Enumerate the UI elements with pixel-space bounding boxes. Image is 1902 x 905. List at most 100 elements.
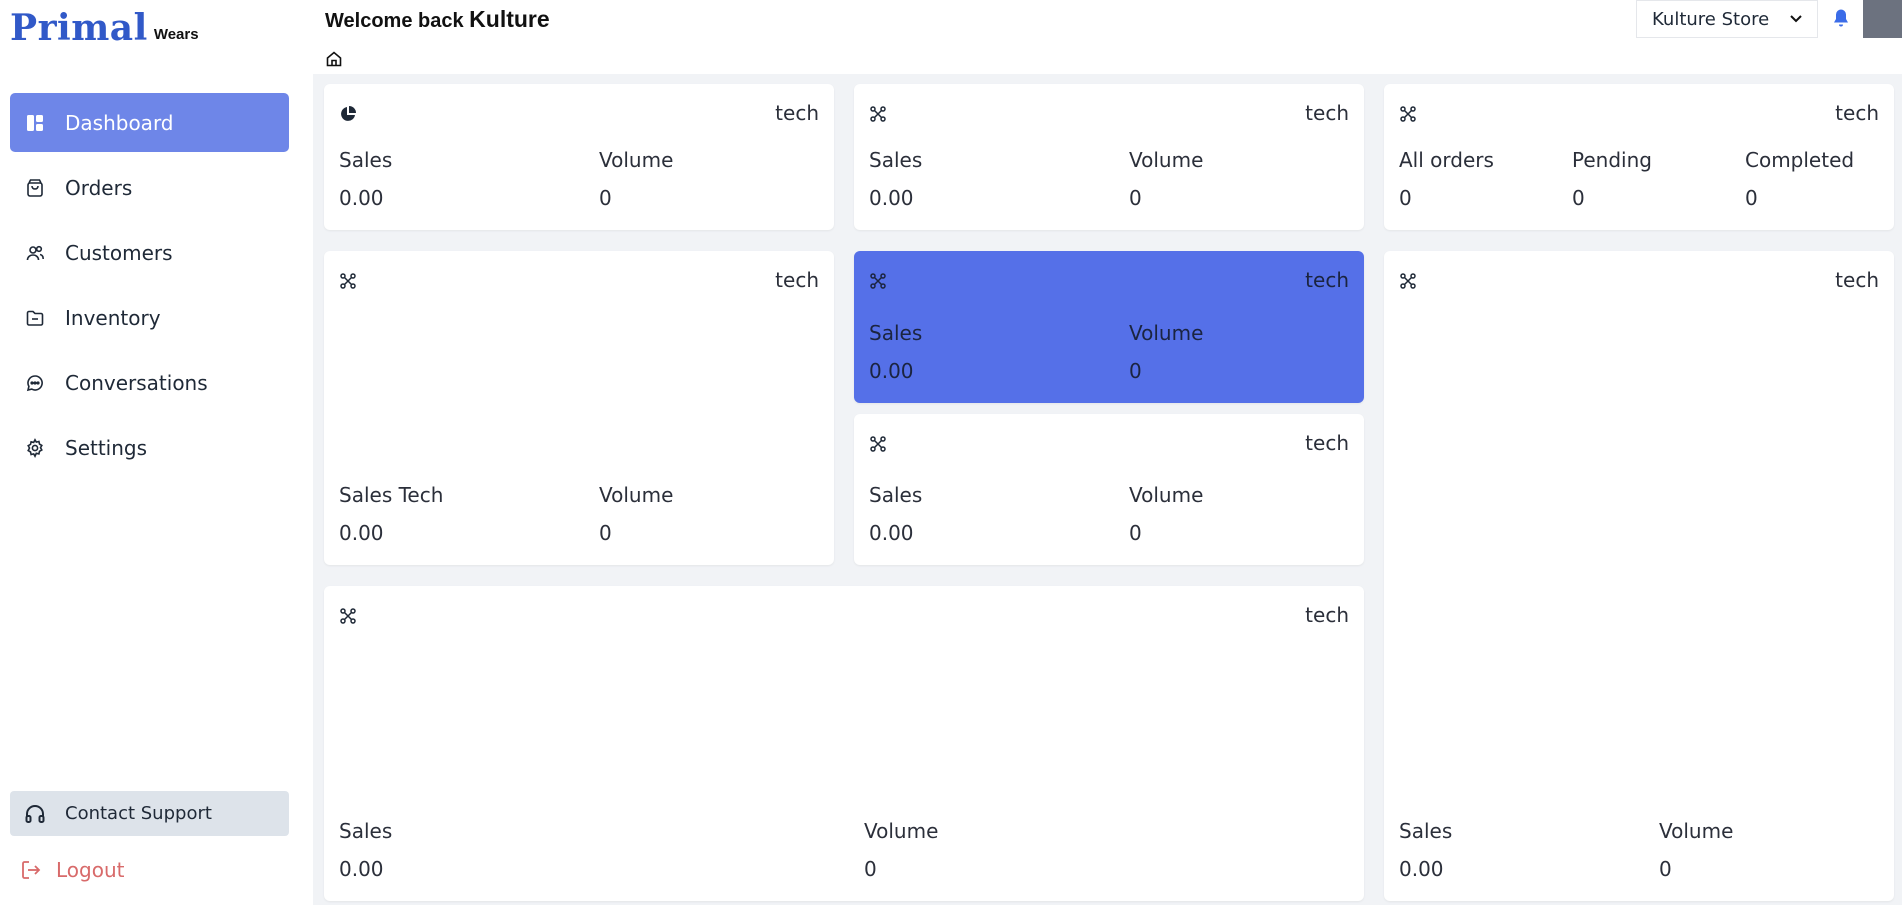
metric-sales: Sales 0.00 (339, 148, 392, 210)
metric-label: Sales (869, 148, 923, 172)
sidebar-item-customers[interactable]: Customers (10, 223, 289, 282)
gear-icon (24, 437, 46, 459)
metric-label: Sales (1399, 819, 1453, 843)
stat-card-sales-tall[interactable]: tech Sales 0.00 Volume 0 (1384, 251, 1894, 901)
metric-label: Pending (1572, 148, 1652, 172)
command-icon (340, 608, 356, 624)
brand-logo[interactable]: Primal Wears (10, 6, 199, 50)
sidebar: Primal Wears Dashboard Orders Customers (0, 0, 313, 905)
sidebar-item-inventory[interactable]: Inventory (10, 288, 289, 347)
metric-label: Sales (339, 148, 393, 172)
metric-volume: Volume 0 (1129, 321, 1203, 383)
command-icon (1400, 273, 1416, 289)
logout-icon (20, 859, 42, 881)
metric-value: 0.00 (339, 857, 384, 881)
metric-volume: Volume 0 (864, 819, 938, 881)
pie-chart-icon (341, 106, 356, 121)
contact-support-label: Contact Support (65, 803, 212, 824)
metric-sales: Sales 0.00 (1399, 819, 1452, 881)
metric-label: Sales (339, 819, 393, 843)
sidebar-item-conversations[interactable]: Conversations (10, 353, 289, 412)
logout-label: Logout (56, 858, 125, 882)
metric-value: 0 (599, 186, 612, 210)
metric-sales: Sales 0.00 (869, 321, 922, 383)
store-select-value: Kulture Store (1652, 8, 1770, 30)
dashboard-icon (24, 112, 46, 134)
metric-label: Volume (1129, 483, 1204, 507)
metric-all-orders: All orders 0 (1399, 148, 1494, 210)
card-tag: tech (1835, 101, 1879, 125)
home-icon[interactable] (325, 50, 343, 68)
stat-card-sales-highlight[interactable]: tech Sales 0.00 Volume 0 (854, 251, 1364, 403)
metric-value: 0 (1659, 857, 1672, 881)
metric-completed: Completed 0 (1745, 148, 1854, 210)
logout-button[interactable]: Logout (10, 858, 124, 882)
metric-label: All orders (1399, 148, 1494, 172)
metric-label: Volume (599, 483, 674, 507)
sidebar-item-label: Dashboard (65, 110, 174, 135)
metric-value: 0 (599, 521, 612, 545)
brand-sub: Wears (153, 26, 199, 43)
sidebar-item-label: Orders (65, 175, 133, 200)
bell-icon[interactable] (1832, 8, 1850, 28)
card-tag: tech (1305, 603, 1349, 627)
card-tag: tech (775, 268, 819, 292)
sidebar-item-label: Customers (65, 240, 173, 265)
store-select[interactable]: Kulture Store (1636, 0, 1818, 38)
metric-label: Volume (1129, 148, 1204, 172)
sidebar-nav: Dashboard Orders Customers Inventory Con… (10, 93, 289, 483)
sidebar-item-label: Settings (65, 435, 148, 460)
sidebar-item-label: Inventory (65, 305, 161, 330)
card-tag: tech (1305, 268, 1349, 292)
command-icon (870, 106, 886, 122)
stat-card-sales-3[interactable]: tech Sales 0.00 Volume 0 (854, 414, 1364, 565)
metric-sales: Sales 0.00 (869, 483, 922, 545)
stat-card-sales-1[interactable]: tech Sales 0.00 Volume 0 (324, 84, 834, 230)
metric-value: 0 (1572, 186, 1585, 210)
headset-icon (24, 803, 46, 825)
chevron-down-icon (1790, 15, 1802, 23)
card-tag: tech (1835, 268, 1879, 292)
metric-pending: Pending 0 (1572, 148, 1652, 210)
main-content: Welcome back Kulture Kulture Store tech … (313, 0, 1902, 905)
users-icon (24, 242, 46, 264)
metric-value: 0.00 (339, 186, 384, 210)
metric-volume: Volume 0 (1129, 483, 1203, 545)
metric-value: 0.00 (869, 359, 914, 383)
stat-card-sales-tech[interactable]: tech Sales Tech 0.00 Volume 0 (324, 251, 834, 565)
metric-value: 0.00 (869, 521, 914, 545)
metric-volume: Volume 0 (1129, 148, 1203, 210)
metric-value: 0.00 (339, 521, 384, 545)
card-tag: tech (1305, 431, 1349, 455)
welcome-prefix: Welcome back (325, 10, 464, 32)
stat-card-orders[interactable]: tech All orders 0 Pending 0 Completed 0 (1384, 84, 1894, 230)
metric-volume: Volume 0 (599, 148, 673, 210)
stat-card-sales-2[interactable]: tech Sales 0.00 Volume 0 (854, 84, 1364, 230)
metric-value: 0.00 (869, 186, 914, 210)
metric-value: 0 (1745, 186, 1758, 210)
metric-value: 0 (1129, 521, 1142, 545)
contact-support-button[interactable]: Contact Support (10, 791, 289, 836)
user-name: Kulture (469, 6, 550, 32)
command-icon (870, 436, 886, 452)
metric-label: Volume (599, 148, 674, 172)
sidebar-item-settings[interactable]: Settings (10, 418, 289, 477)
metric-value: 0 (864, 857, 877, 881)
brand-name: Primal (10, 7, 148, 49)
stat-card-sales-wide[interactable]: tech Sales 0.00 Volume 0 (324, 586, 1364, 901)
metric-label: Volume (1659, 819, 1734, 843)
metric-label: Volume (1129, 321, 1204, 345)
metric-volume: Volume 0 (599, 483, 673, 545)
metric-sales-tech: Sales Tech 0.00 (339, 483, 443, 545)
avatar[interactable] (1863, 0, 1902, 38)
metric-label: Sales (869, 483, 923, 507)
metric-sales: Sales 0.00 (869, 148, 922, 210)
card-tag: tech (775, 101, 819, 125)
metric-value: 0 (1129, 359, 1142, 383)
sidebar-item-label: Conversations (65, 370, 208, 395)
command-icon (1400, 106, 1416, 122)
chat-icon (24, 372, 46, 394)
sidebar-item-orders[interactable]: Orders (10, 158, 289, 217)
sidebar-item-dashboard[interactable]: Dashboard (10, 93, 289, 152)
page-title: Welcome back Kulture (325, 6, 550, 33)
